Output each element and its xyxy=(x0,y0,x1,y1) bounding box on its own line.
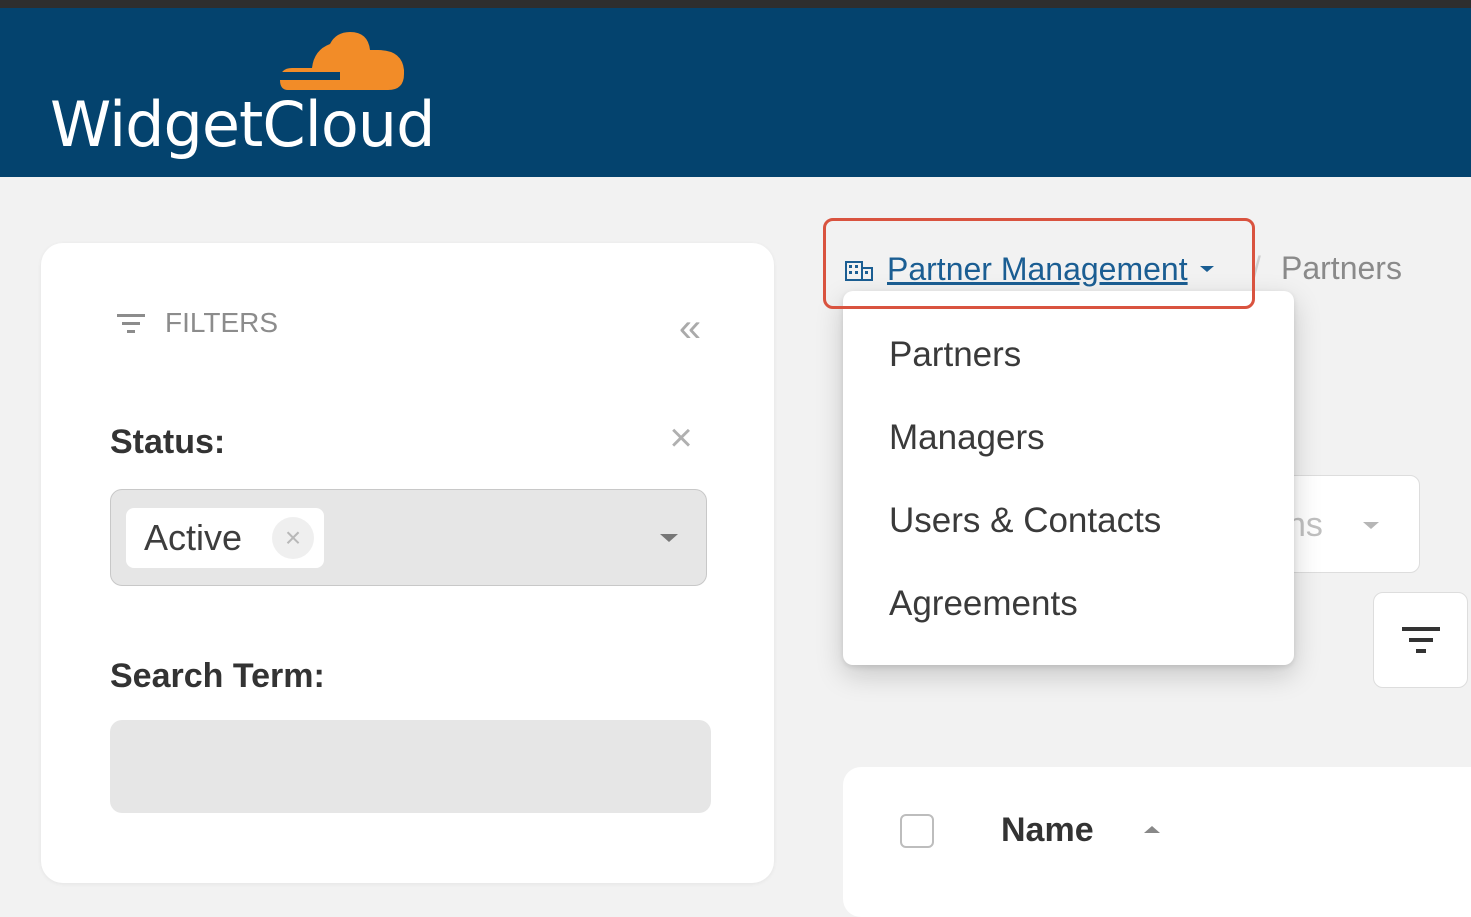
caret-down-icon[interactable] xyxy=(1199,266,1214,272)
filters-header: FILTERS xyxy=(115,307,278,339)
breadcrumb: Partner Management xyxy=(845,248,1214,290)
status-chip: Active × xyxy=(126,508,324,568)
breadcrumb-partner-management[interactable]: Partner Management xyxy=(887,251,1188,288)
app-header: WidgetCloud xyxy=(0,8,1471,177)
status-select[interactable]: Active × xyxy=(110,489,707,586)
partner-management-menu: Partners Managers Users & Contacts Agree… xyxy=(843,291,1294,665)
filters-title: FILTERS xyxy=(165,307,279,338)
search-term-input[interactable] xyxy=(110,720,711,813)
sort-ascending-icon[interactable] xyxy=(1144,826,1160,833)
list-filter-button[interactable] xyxy=(1373,592,1468,688)
cloud-logo-icon xyxy=(278,32,404,90)
breadcrumb-current: Partners xyxy=(1281,250,1402,286)
app-name: WidgetCloud xyxy=(50,88,435,161)
menu-item-partners[interactable]: Partners xyxy=(889,335,1021,375)
breadcrumb-separator: / xyxy=(1252,250,1261,286)
remove-chip-icon[interactable]: × xyxy=(272,517,314,559)
menu-item-managers[interactable]: Managers xyxy=(889,418,1045,458)
status-chip-label: Active xyxy=(144,517,243,558)
chevron-down-icon[interactable] xyxy=(660,534,678,542)
filters-panel: FILTERS « Status: × Active × Search Term… xyxy=(41,243,774,883)
top-strip xyxy=(0,0,1471,8)
building-icon xyxy=(845,261,873,281)
partners-table: Name xyxy=(843,767,1471,917)
collapse-panel-icon[interactable]: « xyxy=(669,307,711,349)
status-label: Status: xyxy=(110,423,226,461)
chevron-down-icon xyxy=(1363,522,1379,529)
filter-lines-icon xyxy=(1402,627,1440,653)
app-logo[interactable]: WidgetCloud xyxy=(50,28,435,168)
search-term-label: Search Term: xyxy=(110,657,325,695)
column-header-name[interactable]: Name xyxy=(1001,811,1094,850)
menu-item-users-contacts[interactable]: Users & Contacts xyxy=(889,501,1161,541)
clear-status-icon[interactable]: × xyxy=(661,418,701,458)
menu-item-agreements[interactable]: Agreements xyxy=(889,584,1078,624)
select-all-checkbox[interactable] xyxy=(900,814,934,848)
filter-lines-icon xyxy=(117,314,145,333)
